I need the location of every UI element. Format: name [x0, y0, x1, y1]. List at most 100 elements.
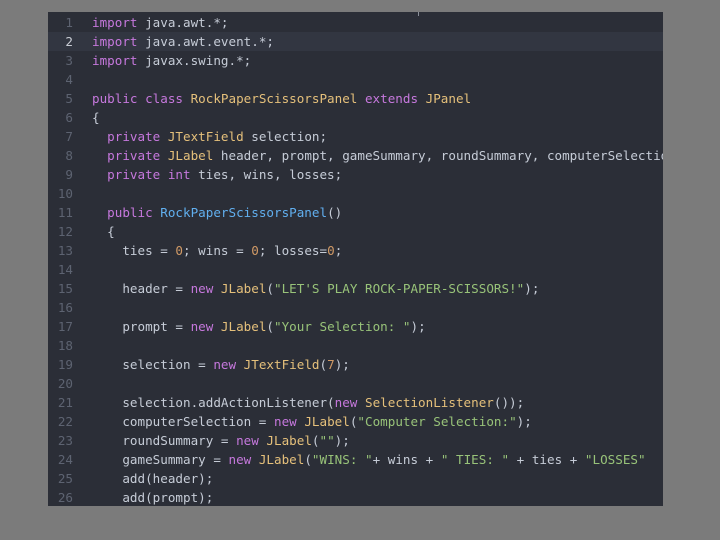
code-token: 7 — [327, 357, 335, 372]
code-token: JLabel — [167, 148, 214, 163]
code-text: private JTextField selection; — [92, 127, 327, 146]
code-token: new — [190, 319, 221, 334]
code-text: computerSelection = new JLabel("Computer… — [92, 412, 532, 431]
line-number: 12 — [57, 224, 73, 239]
code-line[interactable]: 25 add(header); — [48, 469, 663, 488]
code-line[interactable]: 14 — [48, 260, 663, 279]
code-text: ties = 0; wins = 0; losses=0; — [92, 241, 342, 260]
code-line[interactable]: 22 computerSelection = new JLabel("Compu… — [48, 412, 663, 431]
code-token: new — [228, 452, 259, 467]
code-token: selection.addActionListener( — [92, 395, 335, 410]
code-token: () — [327, 205, 343, 220]
code-editor[interactable]: 1 import java.awt.*; 2 import java.awt.even… — [48, 12, 663, 506]
code-token: selection; — [243, 129, 328, 144]
code-line[interactable]: 3 import javax.swing.*; — [48, 51, 663, 70]
code-token: ); — [334, 357, 350, 372]
code-text: { — [92, 108, 100, 127]
code-token: 0 — [327, 243, 335, 258]
code-token: header = — [92, 281, 191, 296]
code-token: import — [92, 34, 138, 49]
code-token: ()); — [493, 395, 525, 410]
code-token: { — [92, 110, 100, 125]
code-token: " TIES: " — [440, 452, 510, 467]
code-text: private JLabel header, prompt, gameSumma… — [92, 146, 663, 165]
code-token: gameSummary = — [92, 452, 229, 467]
line-number: 11 — [57, 205, 73, 220]
code-line[interactable]: 11 public RockPaperScissorsPanel() — [48, 203, 663, 222]
code-token: header, prompt, gameSummary, roundSummar… — [213, 148, 663, 163]
line-number: 7 — [65, 129, 73, 144]
code-text: add(prompt); — [92, 488, 213, 506]
code-token: 0 — [251, 243, 259, 258]
line-number: 23 — [57, 433, 73, 448]
code-token: ); — [516, 414, 532, 429]
code-text: private int ties, wins, losses; — [92, 165, 342, 184]
code-line[interactable]: 2 import java.awt.event.*; — [48, 32, 663, 51]
code-token: public class — [92, 91, 191, 106]
code-token: private int — [92, 167, 191, 182]
code-token: selection = — [92, 357, 214, 372]
code-line[interactable]: 5 public class RockPaperScissorsPanel ext… — [48, 89, 663, 108]
code-token: "LET'S PLAY ROCK-PAPER-SCISSORS!" — [274, 281, 525, 296]
line-number: 10 — [57, 186, 73, 201]
code-token: "" — [319, 433, 335, 448]
code-line[interactable]: 13 ties = 0; wins = 0; losses=0; — [48, 241, 663, 260]
code-text: selection = new JTextField(7); — [92, 355, 350, 374]
code-token: JPanel — [425, 91, 472, 106]
line-number: 14 — [57, 262, 73, 277]
code-line[interactable]: 4 — [48, 70, 663, 89]
code-token: new — [273, 414, 305, 429]
code-text: gameSummary = new JLabel("WINS: "+ wins … — [92, 450, 646, 469]
code-line[interactable]: 17 prompt = new JLabel("Your Selection: … — [48, 317, 663, 336]
code-token: add(header); — [92, 471, 214, 486]
code-line[interactable]: 26 add(prompt); — [48, 488, 663, 506]
code-token: ( — [304, 452, 312, 467]
code-text: public class RockPaperScissorsPanel exte… — [92, 89, 471, 108]
code-text: import java.awt.*; — [92, 13, 229, 32]
line-number: 24 — [57, 452, 73, 467]
code-token: prompt = — [92, 319, 191, 334]
code-token: ); — [524, 281, 540, 296]
code-text: public RockPaperScissorsPanel() — [92, 203, 342, 222]
code-line[interactable]: 12 { — [48, 222, 663, 241]
code-token: import — [92, 53, 138, 68]
code-line[interactable]: 10 — [48, 184, 663, 203]
code-line[interactable]: 20 — [48, 374, 663, 393]
code-token: new — [236, 433, 267, 448]
code-line[interactable]: 6{ — [48, 108, 663, 127]
line-number: 25 — [57, 471, 73, 486]
code-token: ( — [266, 319, 275, 334]
line-number: 22 — [57, 414, 73, 429]
code-token: private — [92, 129, 168, 144]
code-token: + ties + — [509, 452, 585, 467]
code-token: "LOSSES" — [584, 452, 646, 467]
code-token: extends — [357, 91, 426, 106]
code-line[interactable]: 8 private JLabel header, prompt, gameSum… — [48, 146, 663, 165]
line-number: 16 — [57, 300, 73, 315]
code-token: ); — [334, 433, 350, 448]
code-text: import java.awt.event.*; — [92, 32, 274, 51]
line-number: 3 — [65, 53, 73, 68]
code-token: JLabel — [220, 319, 267, 334]
code-line[interactable]: 9 private int ties, wins, losses; — [48, 165, 663, 184]
code-text: selection.addActionListener(new Selectio… — [92, 393, 524, 412]
line-number: 5 — [65, 91, 73, 106]
code-line[interactable]: 7 private JTextField selection; — [48, 127, 663, 146]
line-number: 2 — [65, 34, 73, 49]
code-line[interactable]: 15 header = new JLabel("LET'S PLAY ROCK-… — [48, 279, 663, 298]
code-token: ( — [311, 433, 320, 448]
code-token: add(prompt); — [92, 490, 214, 505]
code-line[interactable]: 19 selection = new JTextField(7); — [48, 355, 663, 374]
code-token: ties, wins, losses; — [190, 167, 343, 182]
code-line[interactable]: 23 roundSummary = new JLabel(""); — [48, 431, 663, 450]
code-line[interactable]: 1 import java.awt.*; — [48, 13, 663, 32]
code-token: RockPaperScissorsPanel — [160, 205, 328, 220]
code-token: java.awt.event.*; — [137, 34, 274, 49]
code-line[interactable]: 24 gameSummary = new JLabel("WINS: "+ wi… — [48, 450, 663, 469]
code-line[interactable]: 21 selection.addActionListener(new Selec… — [48, 393, 663, 412]
code-token: JLabel — [258, 452, 305, 467]
code-token: JLabel — [266, 433, 312, 448]
code-line[interactable]: 16 — [48, 298, 663, 317]
code-line[interactable]: 18 — [48, 336, 663, 355]
code-token: ; losses= — [258, 243, 328, 258]
